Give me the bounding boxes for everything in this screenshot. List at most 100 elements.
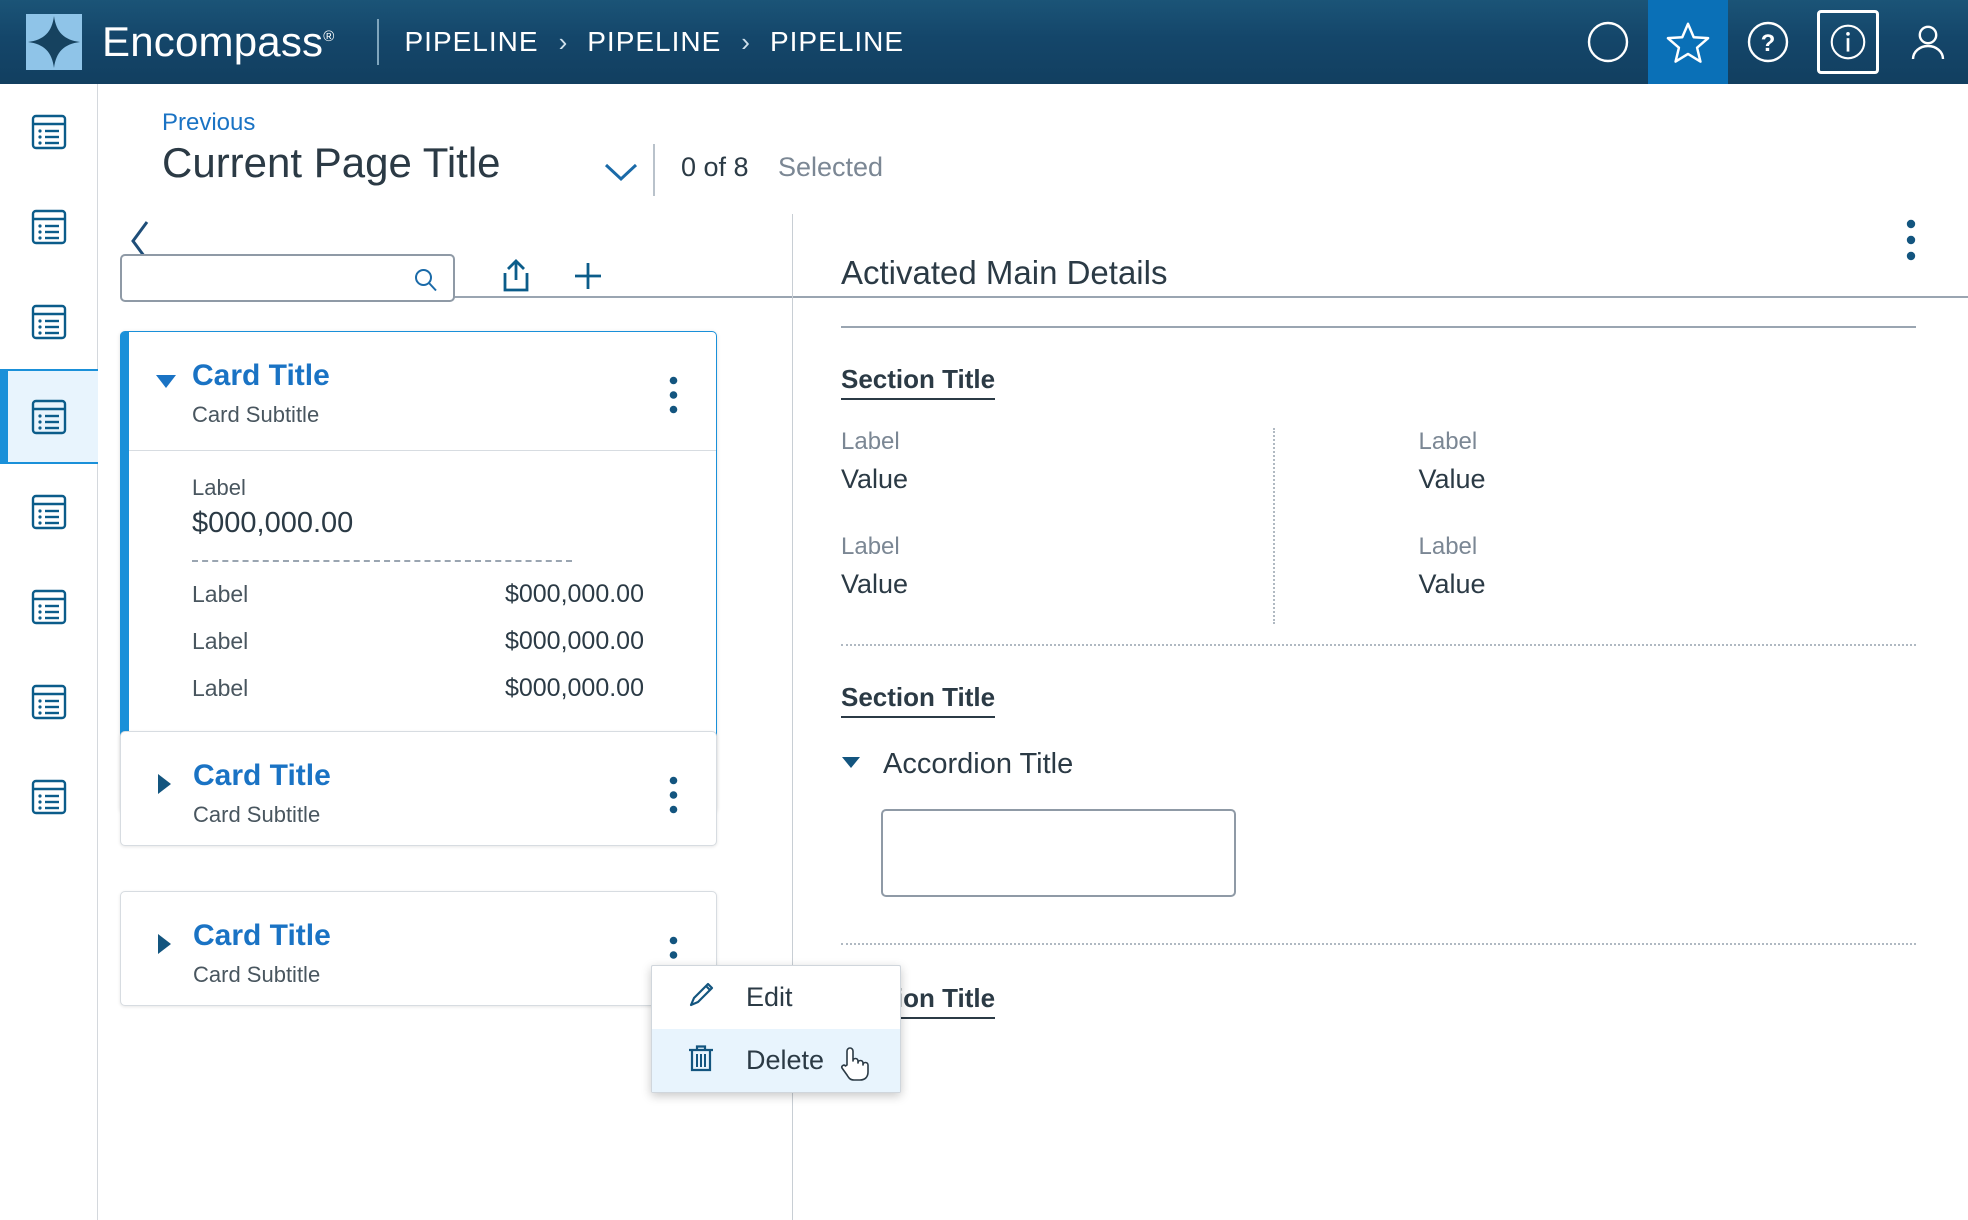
sidebar-item-2[interactable] <box>0 179 98 274</box>
row-value: $000,000.00 <box>504 673 644 702</box>
section-title-2: Section Title <box>841 682 996 718</box>
triangle-right-icon[interactable] <box>155 772 173 801</box>
context-menu-label: Delete <box>746 1045 825 1075</box>
card-overflow-menu-button[interactable] <box>669 376 678 419</box>
header-actions: ? <box>1568 0 1968 84</box>
label-value-grid: Label Value Label Value Label Value Labe… <box>841 428 1916 638</box>
accordion-input-field[interactable] <box>881 809 1236 897</box>
field-value: Value <box>841 464 909 494</box>
card-primary-value: $000,000.00 <box>192 506 354 539</box>
card-detail-row: Label $000,000.00 <box>192 674 682 703</box>
selection-divider <box>653 144 655 196</box>
brand-text: Encompass <box>102 18 324 65</box>
help-button[interactable]: ? <box>1728 0 1808 84</box>
card-header[interactable]: Card Title Card Subtitle <box>120 332 716 450</box>
chevron-right-icon: › <box>558 26 568 57</box>
section-title-1: Section Title <box>841 364 996 400</box>
label-value-pair: Label Value <box>1419 428 1917 495</box>
field-label: Label <box>841 533 900 560</box>
breadcrumb-item-3[interactable]: PIPELINE <box>770 26 904 58</box>
context-menu-item-edit[interactable]: Edit <box>652 966 900 1029</box>
list-panel-icon <box>31 114 67 149</box>
search-input[interactable] <box>132 258 412 298</box>
card-collapsed-3[interactable]: Card Title Card Subtitle <box>120 891 717 1006</box>
sidebar-item-4-active[interactable] <box>0 369 98 464</box>
registered-mark: ® <box>323 28 335 45</box>
breadcrumb-item-1[interactable]: PIPELINE <box>405 26 539 58</box>
triangle-down-icon[interactable] <box>841 755 861 775</box>
sidebar-item-8[interactable] <box>0 749 98 844</box>
breadcrumb: PIPELINE › PIPELINE › PIPELINE <box>405 26 905 58</box>
question-mark-icon: ? <box>1747 21 1789 63</box>
card-collapsed-2[interactable]: Card Title Card Subtitle <box>120 731 717 846</box>
chevron-down-icon <box>604 163 638 182</box>
section-divider-2 <box>841 943 1916 945</box>
accordion-title: Accordion Title <box>883 748 1074 780</box>
sidebar-item-5[interactable] <box>0 464 98 559</box>
context-menu-item-delete[interactable]: Delete <box>652 1029 900 1092</box>
page-title-dropdown-button[interactable] <box>603 161 639 188</box>
star-icon <box>1666 22 1710 63</box>
list-panel-icon <box>31 494 67 529</box>
card-detail-row: Label $000,000.00 <box>192 580 682 609</box>
card-header[interactable]: Card Title Card Subtitle <box>121 892 716 1010</box>
export-upload-icon <box>503 258 529 291</box>
field-value: Value <box>1418 464 1486 494</box>
kebab-menu-icon <box>669 376 678 414</box>
sidebar-item-6[interactable] <box>0 559 98 654</box>
section-divider-1 <box>841 644 1916 646</box>
detail-panel-title: Activated Main Details <box>841 254 1168 291</box>
favorites-button[interactable] <box>1648 0 1728 84</box>
trash-icon <box>686 1042 716 1079</box>
info-button[interactable] <box>1808 0 1888 84</box>
page-header: Previous Current Page Title 0 of 8 Selec… <box>98 84 1968 298</box>
sidebar-item-3[interactable] <box>0 274 98 369</box>
detail-panel: Activated Main Details Section Title Lab… <box>793 214 1968 1220</box>
list-toolbar <box>120 254 605 302</box>
add-button[interactable] <box>571 259 605 298</box>
list-panel-icon <box>31 684 67 719</box>
field-label: Label <box>1418 428 1478 455</box>
context-menu-label: Edit <box>746 982 793 1012</box>
info-icon <box>1830 24 1866 60</box>
brand-name: Encompass® <box>102 21 335 63</box>
label-value-column-left: Label Value Label Value <box>841 428 1379 638</box>
user-account-button[interactable] <box>1888 0 1968 84</box>
chevron-right-icon: › <box>741 26 750 57</box>
list-panel-icon <box>31 399 67 434</box>
search-icon[interactable] <box>413 267 439 298</box>
triangle-right-icon[interactable] <box>155 932 173 961</box>
kebab-menu-icon <box>669 776 678 814</box>
detail-title-rule <box>841 326 1916 328</box>
card-header[interactable]: Card Title Card Subtitle <box>121 732 716 850</box>
accordion-header[interactable]: Accordion Title <box>841 748 1916 781</box>
previous-link[interactable]: Previous <box>162 109 255 137</box>
sidebar-item-7[interactable] <box>0 654 98 749</box>
left-icon-rail <box>0 84 98 1220</box>
brand-block[interactable]: Encompass® <box>0 14 335 70</box>
card-detail-row: Label $000,000.00 <box>192 627 682 656</box>
circle-icon <box>1587 21 1629 63</box>
status-circle-button[interactable] <box>1568 0 1648 84</box>
list-panel-icon <box>31 779 67 814</box>
label-value-pair: Label Value <box>841 428 1379 495</box>
plus-icon <box>575 262 601 289</box>
card-title: Card Title <box>193 759 331 792</box>
app-root: Encompass® PIPELINE › PIPELINE › PIPELIN… <box>0 0 1968 1220</box>
field-value: Value <box>1418 569 1486 599</box>
triangle-down-icon[interactable] <box>154 372 178 395</box>
person-icon <box>1911 25 1945 60</box>
sidebar-item-1[interactable] <box>0 84 98 179</box>
search-box[interactable] <box>120 254 455 302</box>
card-subtitle: Card Subtitle <box>193 801 321 827</box>
card-dashed-divider <box>192 559 572 562</box>
selection-count: 0 of 8 <box>681 152 749 182</box>
card-body: Label $000,000.00 Label $000,000.00 Labe… <box>120 451 716 739</box>
field-value: Value <box>841 569 909 599</box>
list-panel-icon <box>31 589 67 624</box>
card-overflow-menu-button[interactable] <box>669 776 678 819</box>
export-button[interactable] <box>497 257 535 300</box>
context-menu: Edit Delete <box>651 965 901 1093</box>
label-value-pair: Label Value <box>1419 533 1917 600</box>
breadcrumb-item-2[interactable]: PIPELINE <box>587 26 721 58</box>
